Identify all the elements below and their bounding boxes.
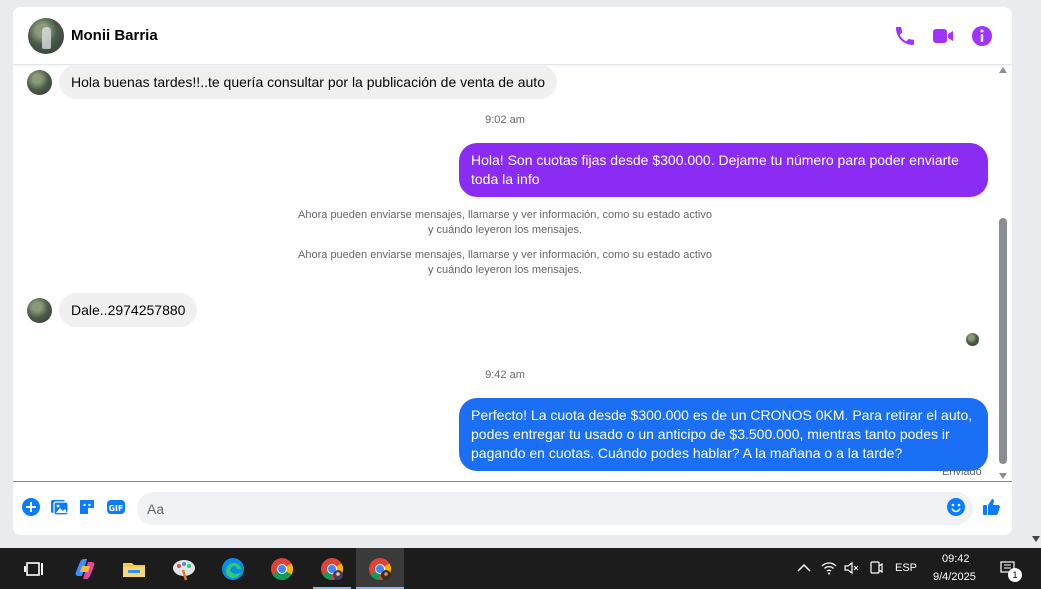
photo-icon[interactable] xyxy=(49,497,69,517)
message-list[interactable]: Hola buenas tardes!!..te quería consulta… xyxy=(13,65,1012,481)
outgoing-message[interactable]: Perfecto! La cuota desde $300.000 es de … xyxy=(459,398,988,471)
system-notice-line: y cuándo leyeron los mensajes. xyxy=(427,224,583,236)
message-timestamp: 9:42 am xyxy=(485,369,525,381)
chat-header: Monii Barria xyxy=(13,7,1012,65)
contact-name[interactable]: Monii Barria xyxy=(71,27,158,44)
message-scrollbar[interactable] xyxy=(997,65,1009,481)
clock-time[interactable]: 09:42 xyxy=(942,553,970,565)
chrome-profile-active-icon[interactable] xyxy=(367,556,393,582)
delivery-status: Enviado xyxy=(942,466,982,478)
phone-icon[interactable] xyxy=(893,24,917,48)
system-notice-line: Ahora pueden enviarse mensajes, llamarse… xyxy=(298,249,712,261)
scroll-up-arrow-icon[interactable] xyxy=(999,67,1007,73)
incoming-message[interactable]: Dale..2974257880 xyxy=(59,293,198,327)
video-camera-icon[interactable] xyxy=(931,24,955,48)
copilot-icon[interactable] xyxy=(72,556,98,582)
sender-avatar[interactable] xyxy=(27,298,52,323)
window-scroll-down-arrow-icon[interactable] xyxy=(1030,530,1041,548)
emoji-icon[interactable] xyxy=(946,497,966,517)
thumbs-up-icon[interactable] xyxy=(982,497,1002,517)
windows-taskbar: ESP 09:42 9/4/2025 1 xyxy=(0,548,1041,589)
gif-icon[interactable]: GIF xyxy=(106,497,126,517)
volume-muted-icon[interactable] xyxy=(843,560,859,576)
message-composer: GIF xyxy=(13,481,1012,535)
system-notice-line: Ahora pueden enviarse mensajes, llamarse… xyxy=(298,209,712,221)
system-notice: Ahora pueden enviarse mensajes, llamarse… xyxy=(293,208,717,238)
outgoing-message[interactable]: Hola! Son cuotas fijas desde $300.000. D… xyxy=(459,143,988,197)
notification-badge: 1 xyxy=(1008,568,1022,582)
chevron-up-icon[interactable] xyxy=(796,560,812,576)
wifi-icon[interactable] xyxy=(821,560,837,576)
svg-text:GIF: GIF xyxy=(108,504,123,513)
system-notice: Ahora pueden enviarse mensajes, llamarse… xyxy=(293,248,717,278)
sticker-icon[interactable] xyxy=(77,497,97,517)
system-notice-line: y cuándo leyeron los mensajes. xyxy=(427,264,583,276)
contact-avatar[interactable] xyxy=(28,18,64,54)
scroll-down-arrow-icon[interactable] xyxy=(999,473,1007,479)
paint-icon[interactable] xyxy=(171,556,197,582)
sender-avatar[interactable] xyxy=(27,70,52,95)
incoming-message[interactable]: Hola buenas tardes!!..te quería consulta… xyxy=(59,65,557,99)
file-explorer-icon[interactable] xyxy=(121,556,147,582)
plus-circle-icon[interactable] xyxy=(21,497,41,517)
language-indicator[interactable]: ESP xyxy=(895,562,917,574)
chrome-icon[interactable] xyxy=(269,556,295,582)
clock-date[interactable]: 9/4/2025 xyxy=(933,571,976,583)
meet-now-icon[interactable] xyxy=(868,560,884,576)
info-icon[interactable] xyxy=(970,24,994,48)
message-input[interactable] xyxy=(137,492,973,525)
scroll-thumb[interactable] xyxy=(999,218,1007,464)
chrome-profile-icon[interactable] xyxy=(319,556,345,582)
edge-icon[interactable] xyxy=(220,556,246,582)
seen-avatar xyxy=(966,333,979,346)
chat-window: Monii Barria Hola buenas tardes!!..te qu… xyxy=(13,7,1012,535)
task-view-icon[interactable] xyxy=(22,556,48,582)
message-timestamp: 9:02 am xyxy=(485,114,525,126)
